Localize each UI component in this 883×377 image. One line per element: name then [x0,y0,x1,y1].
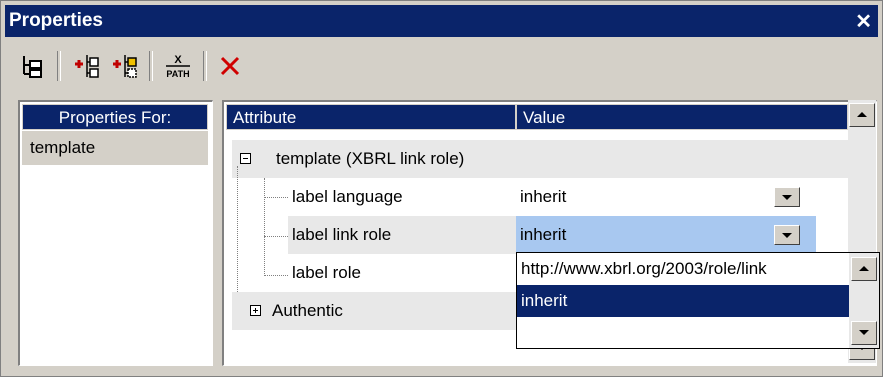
tree-line [264,275,288,276]
group-row[interactable]: template (XBRL link role) [232,140,848,178]
group-label: Authentic [272,301,343,320]
expand-icon[interactable] [250,305,261,316]
value-dropdown-list[interactable]: http://www.xbrl.org/2003/role/link inher… [516,252,880,349]
scroll-down-icon[interactable] [851,321,877,345]
collapse-icon[interactable] [240,153,251,164]
attribute-label: label link role [292,225,392,244]
properties-for-header: Properties For: [22,104,208,130]
add-element-before-button[interactable] [71,51,101,81]
add-element-after-icon [113,55,137,78]
scroll-up-icon[interactable] [849,103,875,127]
attribute-label: label language [292,187,403,206]
toolbar-separator [203,51,207,81]
attribute-value[interactable]: inherit [520,216,566,254]
add-element-before-icon [75,55,99,78]
table-row[interactable]: label language inherit [288,178,848,216]
attribute-column-header[interactable]: Attribute [226,104,516,130]
value-dropdown-button[interactable] [774,187,800,207]
attribute-label: label role [292,263,361,282]
value-dropdown-button[interactable] [774,225,800,245]
tree-line [264,178,265,276]
xpath-icon-sublabel: PATH [166,69,189,79]
dropdown-option-selected[interactable]: inherit [517,285,849,317]
toolbar-separator [149,51,153,81]
window-title: Properties [9,10,103,31]
xpath-icon: X PATH [166,54,190,79]
xpath-button[interactable]: X PATH [163,51,193,81]
dropdown-option[interactable]: http://www.xbrl.org/2003/role/link [517,253,849,285]
close-button[interactable]: ✕ [855,9,872,34]
properties-for-item[interactable]: template [22,131,208,165]
group-label: template (XBRL link role) [276,149,465,168]
table-row[interactable]: label link role inherit [288,216,848,254]
value-column-header[interactable]: Value [516,104,848,130]
delete-button[interactable] [215,51,245,81]
tree-view-icon [23,56,42,78]
toolbar: X PATH [5,39,878,95]
delete-icon [220,56,240,76]
tree-line [264,197,288,198]
xpath-icon-label: X [174,54,182,66]
tree-line [237,166,238,306]
title-bar[interactable]: Properties ✕ [5,5,878,37]
toolbar-separator [57,51,61,81]
add-element-after-button[interactable] [109,51,139,81]
properties-for-pane: Properties For: template [18,100,213,366]
attribute-value[interactable]: inherit [520,178,566,216]
scroll-up-icon[interactable] [851,257,877,281]
dropdown-scrollbar[interactable] [849,253,879,348]
tree-view-button[interactable] [17,51,47,81]
tree-line [264,236,288,237]
